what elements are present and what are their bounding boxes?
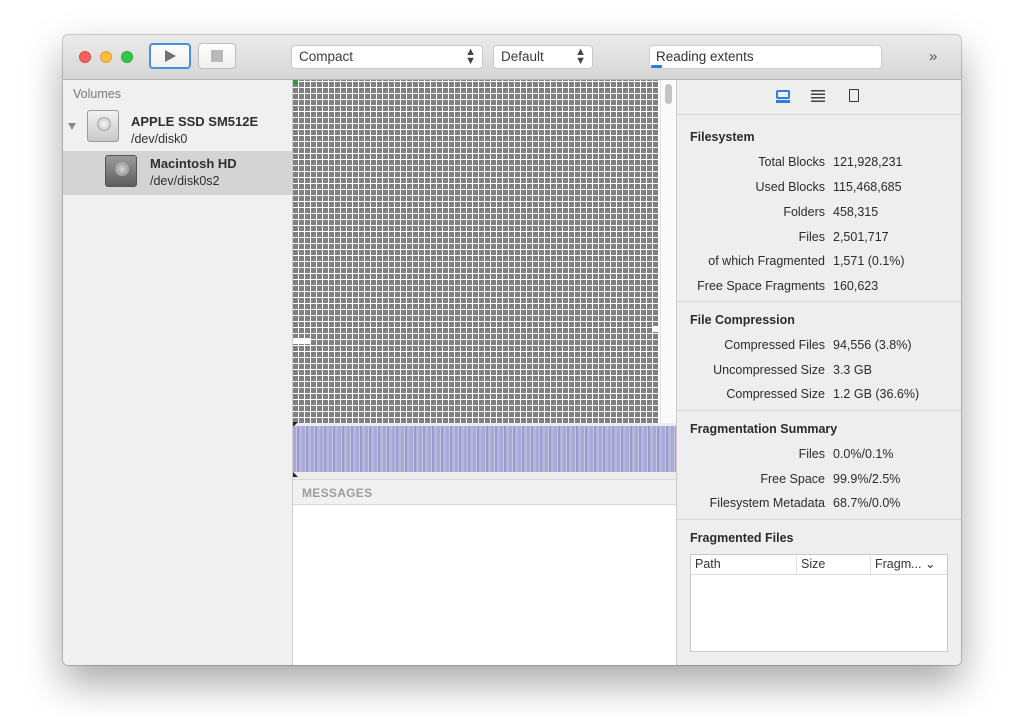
stat-label: Files — [798, 447, 825, 461]
section-divider — [677, 301, 961, 302]
disk-path: /dev/disk0 — [131, 132, 188, 146]
stat-label: Used Blocks — [755, 180, 825, 194]
messages-log[interactable] — [293, 505, 676, 665]
stat-value: 94,556 (3.8%) — [833, 338, 912, 352]
app-window: Compact ▲ ▼ Default ▲ ▼ Reading extents » … — [63, 35, 961, 665]
double-chevron-icon: » — [929, 48, 937, 65]
fragmented-files-table[interactable]: Path Size Fragm... ⌄ — [690, 554, 948, 652]
stat-value: 1,571 (0.1%) — [833, 254, 905, 268]
minimize-window-button[interactable] — [100, 51, 112, 63]
section-divider — [677, 519, 961, 520]
zoom-window-button[interactable] — [121, 51, 133, 63]
stop-icon — [211, 50, 223, 62]
block-map[interactable] — [293, 80, 660, 423]
volume-path: /dev/disk0s2 — [150, 174, 220, 188]
strip-end-marker — [293, 472, 298, 477]
inspector-tabs — [677, 80, 961, 115]
stat-label: of which Fragmented — [708, 254, 825, 268]
volume-drive-icon — [105, 155, 137, 187]
sidebar-header: Volumes — [73, 87, 121, 101]
tab-list-icon[interactable] — [811, 89, 825, 103]
fragmentation-section-title: Fragmentation Summary — [690, 422, 838, 436]
stat-value: 3.3 GB — [833, 363, 872, 377]
stat-value: 121,928,231 — [833, 155, 903, 169]
filesystem-section-title: Filesystem — [690, 130, 755, 144]
color-scheme-popup[interactable]: Default ▲ ▼ — [493, 45, 593, 69]
stat-label: Folders — [783, 205, 825, 219]
stat-label: Free Space Fragments — [697, 279, 825, 293]
stat-label: Total Blocks — [758, 155, 825, 169]
stat-value: 1.2 GB (36.6%) — [833, 387, 920, 401]
stat-label: Compressed Size — [726, 387, 825, 401]
status-text: Reading extents — [656, 49, 754, 64]
internal-drive-icon — [87, 110, 119, 142]
section-divider — [677, 410, 961, 411]
scrollbar-thumb[interactable] — [665, 84, 672, 104]
block-grid — [293, 80, 658, 423]
volumes-sidebar: Volumes APPLE SSD SM512E /dev/disk0 Maci… — [63, 80, 293, 665]
stat-label: Filesystem Metadata — [709, 496, 825, 510]
stat-value: 0.0%/0.1% — [833, 447, 894, 461]
stat-value: 68.7%/0.0% — [833, 496, 901, 510]
close-window-button[interactable] — [79, 51, 91, 63]
stat-label: Uncompressed Size — [713, 363, 825, 377]
column-header-size[interactable]: Size — [797, 555, 871, 574]
stat-value: 115,468,685 — [833, 180, 902, 194]
stop-scan-button[interactable] — [198, 43, 236, 69]
disk-name[interactable]: APPLE SSD SM512E — [131, 114, 258, 129]
disk-overview-strip[interactable] — [293, 426, 676, 472]
fragmented-files-section-title: Fragmented Files — [690, 531, 794, 545]
messages-header: MESSAGES — [293, 479, 676, 505]
disclosure-triangle-icon[interactable] — [68, 123, 76, 130]
column-header-path[interactable]: Path — [691, 555, 797, 574]
status-progress-field: Reading extents — [649, 45, 882, 69]
stat-value: 458,315 — [833, 205, 879, 219]
messages-title: MESSAGES — [302, 486, 373, 500]
progress-bar — [651, 65, 662, 68]
free-block — [305, 338, 311, 344]
block-current — [293, 80, 298, 85]
play-icon — [165, 50, 176, 62]
stat-label: Free Space — [760, 472, 825, 486]
stat-label: Compressed Files — [724, 338, 825, 352]
inspector-panel: Filesystem Total Blocks 121,928,231 Used… — [676, 80, 961, 665]
stat-label: Files — [798, 230, 825, 244]
view-mode-value: Compact — [299, 49, 354, 64]
up-down-chevron-icon: ▲ ▼ — [575, 46, 586, 67]
stat-value: 2,501,717 — [833, 230, 889, 244]
stat-value: 99.9%/2.5% — [833, 472, 901, 486]
stat-value: 160,623 — [833, 279, 879, 293]
view-mode-popup[interactable]: Compact ▲ ▼ — [291, 45, 483, 69]
column-header-fragments[interactable]: Fragm... ⌄ — [871, 555, 947, 574]
compression-section-title: File Compression — [690, 313, 795, 327]
volume-name[interactable]: Macintosh HD — [150, 156, 237, 171]
block-map-scrollbar[interactable] — [660, 80, 677, 423]
table-header-divider — [691, 574, 947, 575]
start-scan-button[interactable] — [149, 43, 191, 69]
toolbar-overflow-button[interactable]: » — [929, 48, 937, 65]
tab-disk-info-icon[interactable] — [776, 89, 790, 103]
up-down-chevron-icon: ▲ ▼ — [465, 46, 476, 67]
color-scheme-value: Default — [501, 49, 544, 64]
tab-file-icon[interactable] — [848, 89, 862, 103]
free-block — [652, 326, 658, 332]
toolbar: Compact ▲ ▼ Default ▲ ▼ Reading extents » — [63, 35, 961, 80]
